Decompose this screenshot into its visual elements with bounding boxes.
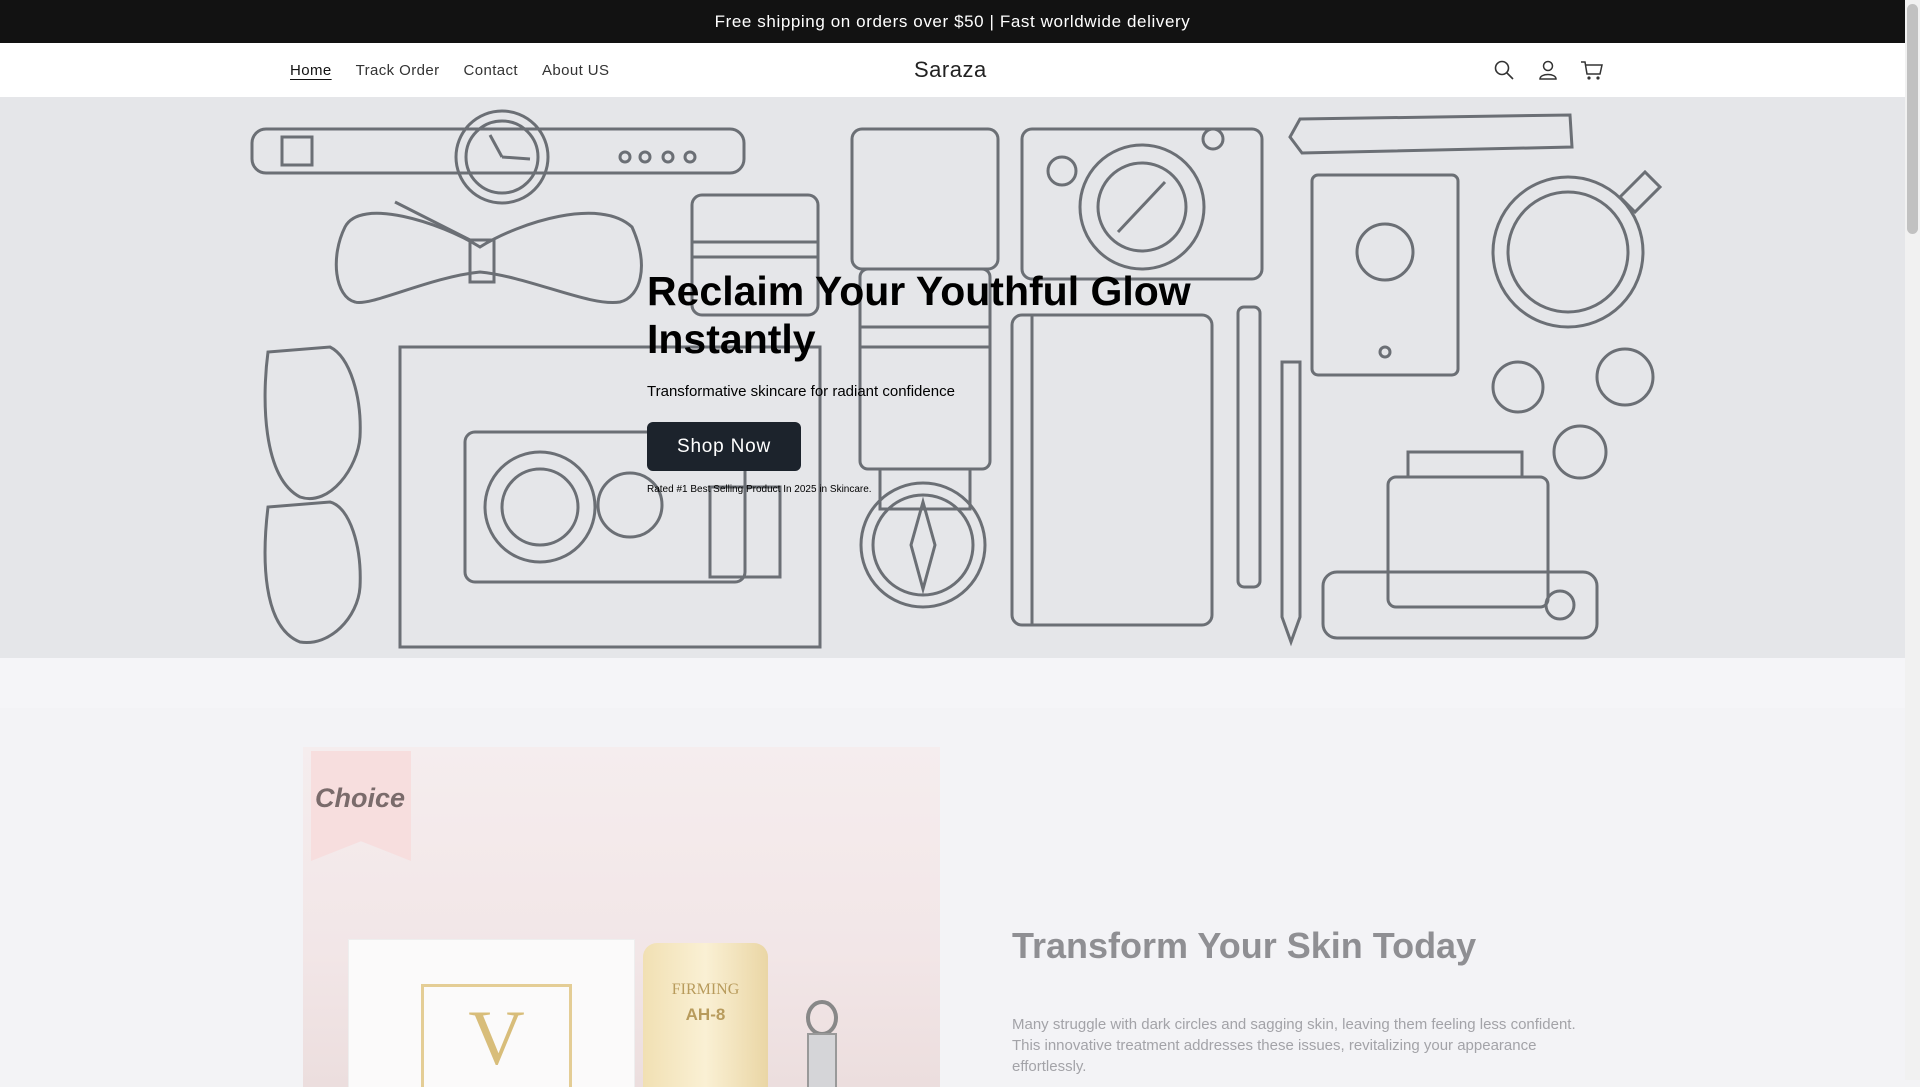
account-icon[interactable] [1534, 56, 1562, 84]
hero-subtitle: Transformative skincare for radiant conf… [647, 383, 955, 400]
header-icons [1490, 43, 1606, 97]
hero-content: Reclaim Your Youthful Glow Instantly Tra… [647, 267, 1207, 495]
feature-text: Transform Your Skin Today Many struggle … [1012, 925, 1602, 1077]
hero-title: Reclaim Your Youthful Glow Instantly [647, 268, 1191, 362]
tube-label: FIRMING [671, 981, 740, 998]
product-tube: FIRMING AH-8 [643, 943, 768, 1087]
announcement-text: Free shipping on orders over $50 | Fast … [714, 11, 1191, 31]
hero-banner: Reclaim Your Youthful Glow Instantly Tra… [0, 97, 1905, 658]
announcement-bar: Free shipping on orders over $50 | Fast … [0, 0, 1905, 43]
cart-icon[interactable] [1578, 56, 1606, 84]
site-header: Home Track Order Contact About US Saraza [0, 43, 1905, 98]
nav-home[interactable]: Home [290, 62, 332, 79]
nav-contact[interactable]: Contact [463, 62, 518, 79]
scrollbar-thumb[interactable] [1907, 4, 1918, 234]
feature-title: Transform Your Skin Today [1012, 925, 1477, 966]
search-icon[interactable] [1490, 56, 1518, 84]
brand-logo[interactable]: Saraza [914, 43, 987, 97]
tube-code: AH-8 [685, 1005, 726, 1024]
section-divider [0, 658, 1905, 708]
nav-about-us[interactable]: About US [542, 62, 609, 79]
choice-badge-text: Choice [315, 783, 406, 813]
nav-track-order[interactable]: Track Order [356, 62, 440, 79]
product-box: V [348, 939, 635, 1087]
product-box-emblem: V [421, 984, 572, 1087]
feature-section [0, 708, 1905, 1080]
product-image: Choice V FIRMING AH-8 [303, 747, 940, 1087]
rating-note: Rated #1 Best Selling Product In 2025 in… [647, 484, 872, 495]
feature-body: Many struggle with dark circles and sagg… [1012, 1016, 1576, 1075]
product-box-letter: V [468, 994, 525, 1081]
dropper-bottle-icon [806, 1000, 838, 1087]
shop-now-button[interactable]: Shop Now [647, 422, 801, 471]
main-nav: Home Track Order Contact About US [290, 43, 633, 97]
